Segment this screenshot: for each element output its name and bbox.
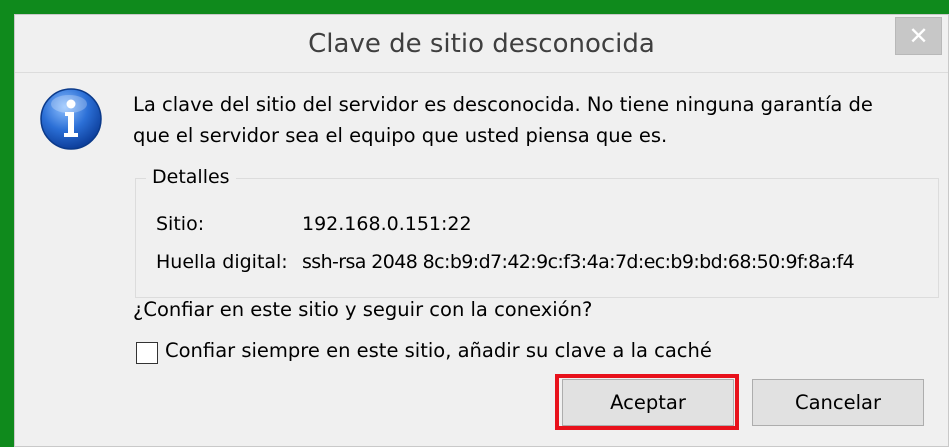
fingerprint-value: ssh-rsa 2048 8c:b9:d7:42:9c:f3:4a:7d:ec:… xyxy=(302,251,855,273)
always-trust-checkbox[interactable] xyxy=(136,342,158,364)
details-legend: Detalles xyxy=(146,166,236,188)
close-button[interactable]: ✕ xyxy=(895,17,942,55)
site-value: 192.168.0.151:22 xyxy=(302,213,472,235)
accept-highlight-box xyxy=(555,374,739,430)
always-trust-label[interactable]: Confiar siempre en este sitio, añadir su… xyxy=(165,339,712,362)
dialog-window: Clave de sitio desconocida ✕ La clave de… xyxy=(14,14,949,447)
site-label: Sitio: xyxy=(156,213,205,235)
message-text: La clave del sitio del servidor es desco… xyxy=(133,93,873,147)
title-separator xyxy=(15,72,948,73)
cancel-button[interactable]: Cancelar xyxy=(752,379,924,426)
dialog-title: Clave de sitio desconocida xyxy=(308,29,655,59)
details-group: Detalles Sitio: 192.168.0.151:22 Huella … xyxy=(135,166,939,298)
close-icon: ✕ xyxy=(908,22,929,50)
fingerprint-label: Huella digital: xyxy=(156,251,288,273)
title-bar[interactable]: Clave de sitio desconocida ✕ xyxy=(15,15,948,71)
trust-question: ¿Confiar en este sitio y seguir con la c… xyxy=(133,298,593,321)
info-icon xyxy=(40,88,102,150)
